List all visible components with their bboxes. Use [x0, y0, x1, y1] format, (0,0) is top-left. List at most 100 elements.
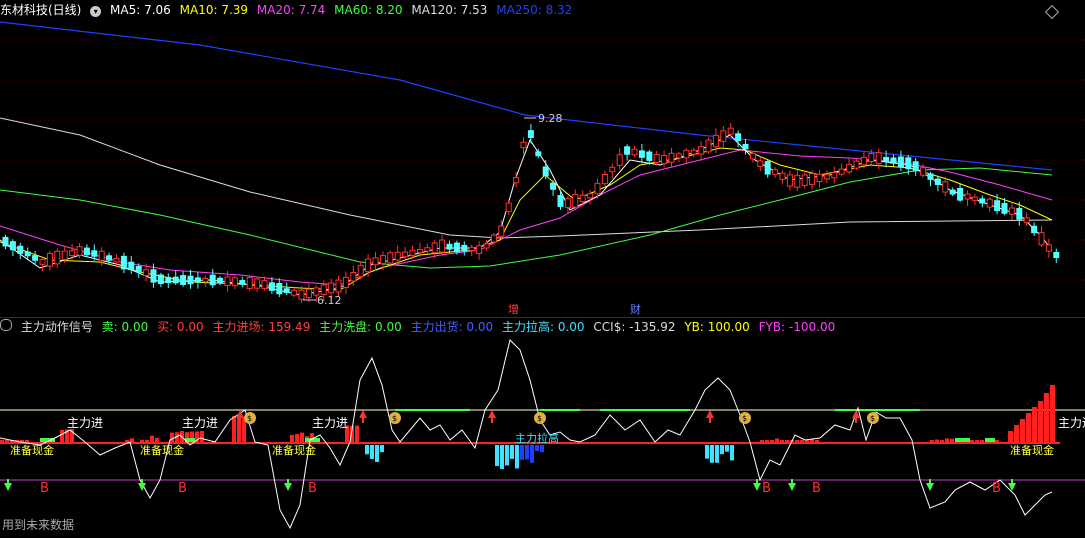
- candle-body: [727, 127, 734, 135]
- candle-body: [483, 243, 490, 249]
- ma120-line: [0, 117, 1053, 239]
- candle-body: [387, 252, 394, 264]
- candle-body: [912, 161, 919, 172]
- candle-body: [239, 280, 246, 285]
- candle-body: [535, 151, 542, 157]
- candle-body: [91, 250, 98, 257]
- candle-body: [402, 251, 409, 258]
- enter-bar: [200, 430, 204, 443]
- candle-body: [350, 271, 357, 282]
- enter-label-right: 主力进: [1058, 416, 1085, 430]
- buy-label: B: [178, 481, 187, 496]
- money-bag-symbol: $: [247, 414, 252, 423]
- enter-bar: [1050, 385, 1055, 443]
- candle-body: [1016, 207, 1023, 220]
- candle-body: [157, 274, 164, 285]
- enter-bar: [1020, 419, 1025, 443]
- candles: [2, 123, 1060, 304]
- candle-body: [357, 264, 364, 278]
- candle-body: [2, 236, 9, 247]
- candle-body: [860, 156, 867, 166]
- candle-body: [601, 174, 608, 185]
- candle-body: [572, 193, 579, 208]
- candle-body: [587, 193, 594, 199]
- candle-body: [794, 174, 801, 188]
- candle-body: [461, 244, 468, 252]
- mark-zeng: 增: [508, 302, 519, 316]
- negative-bar: [505, 445, 509, 466]
- candle-body: [335, 279, 342, 293]
- candle-body: [683, 149, 690, 159]
- candle-body: [76, 246, 83, 256]
- candle-body: [128, 261, 135, 271]
- candle-body: [83, 247, 90, 256]
- candle-body: [1023, 217, 1030, 224]
- negative-bar: [705, 445, 709, 459]
- enter-bar: [60, 430, 64, 443]
- mark-cai: 财: [630, 302, 641, 316]
- negative-bar: [535, 445, 539, 452]
- negative-bar: [710, 445, 714, 463]
- candle-body: [54, 250, 61, 265]
- money-bag-symbol: $: [742, 414, 747, 423]
- candle-body: [372, 257, 379, 266]
- enter-bar: [150, 435, 154, 443]
- candle-body: [668, 152, 675, 163]
- negative-bar: [525, 445, 529, 460]
- negative-bar: [510, 445, 514, 459]
- candle-body: [224, 276, 231, 286]
- candle-body: [949, 189, 956, 195]
- buy-label: B: [40, 481, 49, 496]
- candle-body: [505, 202, 512, 212]
- candle-body: [268, 282, 275, 291]
- enter-bar: [1008, 431, 1013, 443]
- buy-label: B: [992, 481, 1001, 496]
- candle-body: [24, 251, 31, 257]
- candle-body: [246, 277, 253, 289]
- candle-body: [971, 196, 978, 201]
- candle-body: [801, 174, 808, 186]
- candle-body: [194, 277, 201, 283]
- candle-body: [905, 157, 912, 170]
- candle-body: [305, 288, 312, 299]
- candle-body: [513, 176, 520, 184]
- enter-bar: [1026, 413, 1031, 443]
- money-bag-symbol: $: [870, 414, 875, 423]
- ma20-line: [0, 149, 1053, 286]
- price-chart[interactable]: 9.28 6.12 增 财: [0, 0, 1085, 318]
- candle-body: [579, 194, 586, 202]
- candle-body: [838, 168, 845, 175]
- candle-body: [772, 169, 779, 175]
- enter-label: 主力进: [312, 416, 348, 430]
- candle-body: [379, 255, 386, 265]
- negative-bar: [540, 445, 544, 453]
- candle-body: [749, 152, 756, 160]
- candle-body: [757, 160, 764, 167]
- candle-body: [927, 173, 934, 180]
- candle-body: [476, 245, 483, 254]
- candle-body: [365, 258, 372, 273]
- indicator-chart[interactable]: $ $ $ $ $ B B B B B B 主力进 主力进 主力进 主力进准备现金 准备现金 准备现金 准备现金…: [0, 330, 1085, 538]
- enter-bar: [1044, 393, 1049, 443]
- candle-body: [39, 259, 46, 265]
- buy-label: B: [812, 481, 821, 496]
- candle-body: [564, 198, 571, 209]
- enter-label: 主力进: [182, 416, 218, 430]
- negative-bar: [380, 445, 384, 453]
- up-arrow-icon: [706, 410, 714, 418]
- candle-body: [979, 198, 986, 204]
- candle-body: [209, 274, 216, 286]
- candle-body: [675, 153, 682, 159]
- candle-body: [113, 257, 120, 263]
- candle-body: [868, 153, 875, 163]
- candle-body: [120, 255, 127, 270]
- candle-body: [875, 152, 882, 165]
- candle-body: [779, 172, 786, 180]
- candle-body: [957, 187, 964, 201]
- money-bag-symbol: $: [392, 414, 397, 423]
- sell-arrow-icon: [788, 483, 796, 491]
- candle-body: [431, 242, 438, 254]
- candle-body: [328, 282, 335, 294]
- candle-body: [9, 241, 16, 251]
- candle-body: [720, 130, 727, 142]
